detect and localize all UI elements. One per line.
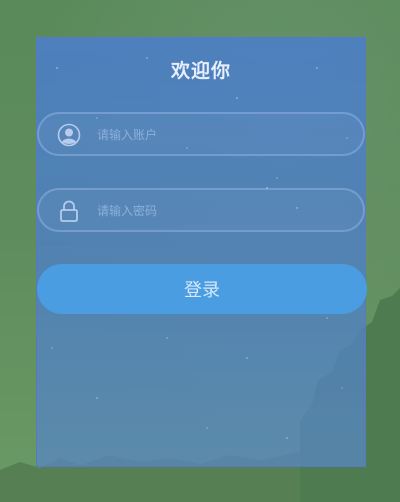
username-field[interactable] [37, 112, 365, 156]
lock-icon [60, 200, 78, 222]
welcome-title: 欢迎你 [170, 60, 231, 82]
starfield-decoration [51, 57, 348, 439]
password-input[interactable] [95, 196, 349, 226]
username-input[interactable] [95, 120, 349, 150]
login-button[interactable]: 登录 [37, 264, 367, 314]
page-background: 欢迎你 登录 [0, 0, 400, 502]
login-panel: 欢迎你 登录 [36, 37, 367, 467]
password-field[interactable] [37, 188, 365, 232]
user-icon [57, 123, 81, 147]
